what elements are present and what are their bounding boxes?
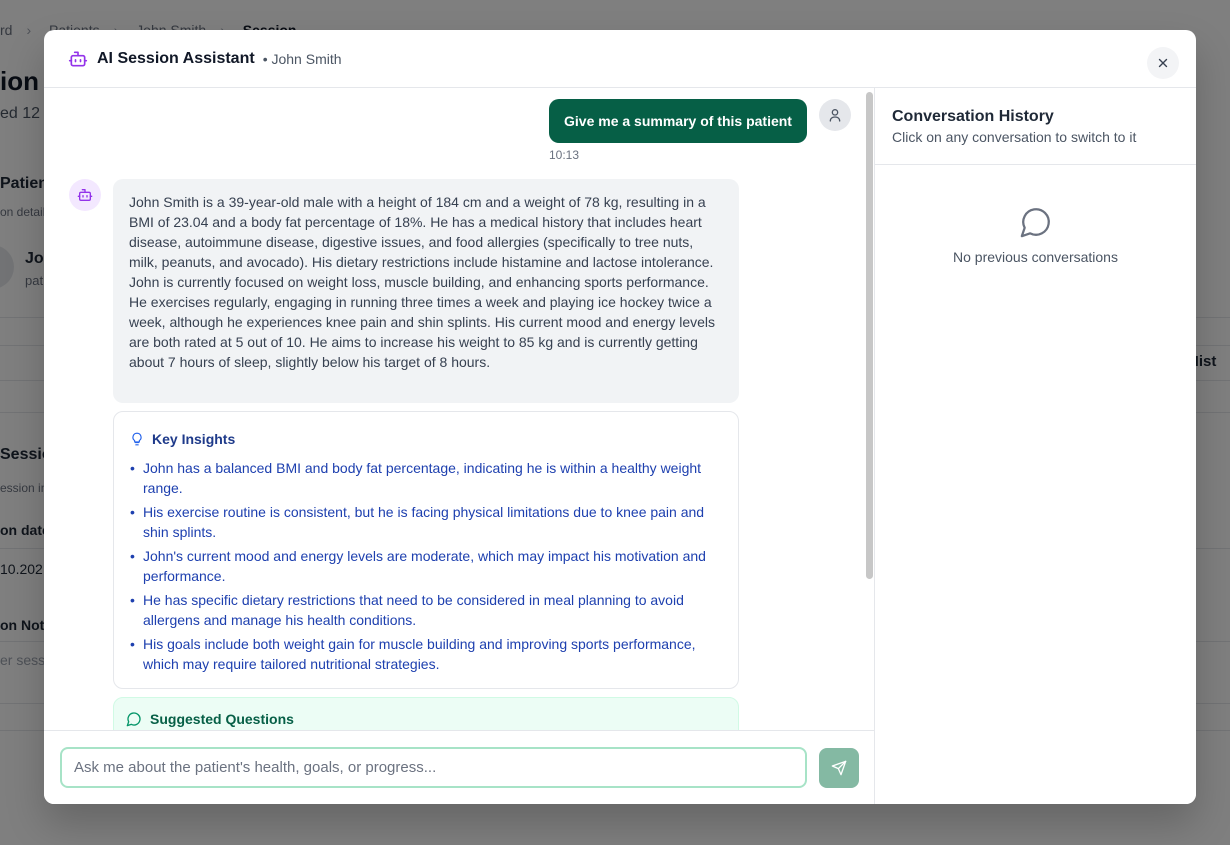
lightbulb-icon [130,431,144,447]
send-button[interactable] [819,748,859,788]
history-empty-text: No previous conversations [953,249,1118,265]
chat-scrollbar[interactable] [865,92,873,728]
insight-item: His goals include both weight gain for m… [130,634,722,674]
suggested-questions-title: Suggested Questions [150,711,294,727]
insight-item: John's current mood and energy levels ar… [130,546,722,586]
assistant-avatar [69,179,101,211]
insights-list: John has a balanced BMI and body fat per… [130,458,722,674]
message-timestamp: 10:13 [549,148,580,162]
chat-bubble-icon [126,711,142,727]
chat-messages: Give me a summary of this patient 10:13 … [44,88,875,730]
modal-title: AI Session Assistant [97,49,255,67]
close-button[interactable] [1147,47,1179,79]
modal-patient-name: • John Smith [262,50,342,67]
insight-item: He has specific dietary restrictions tha… [130,590,722,630]
scrollbar-thumb[interactable] [866,92,873,579]
key-insights-title: Key Insights [152,431,236,447]
user-avatar [819,99,851,131]
robot-icon [77,187,93,203]
user-icon [827,107,843,123]
conversation-history-panel: Conversation History Click on any conver… [875,88,1196,804]
history-title: Conversation History [892,108,1054,125]
send-icon [831,760,847,776]
insight-item: His exercise routine is consistent, but … [130,502,722,542]
chat-bubble-icon [1019,205,1053,239]
history-subtitle: Click on any conversation to switch to i… [892,129,1137,145]
robot-icon [68,49,88,69]
history-header: Conversation History Click on any conver… [875,88,1196,165]
insight-item: John has a balanced BMI and body fat per… [130,458,722,498]
key-insights-card: Key Insights John has a balanced BMI and… [113,411,739,689]
close-icon [1156,56,1170,70]
ai-assistant-modal: AI Session Assistant • John Smith Give m… [44,30,1196,804]
chat-input[interactable] [60,747,807,788]
modal-header: AI Session Assistant • John Smith [44,30,1196,88]
user-message: Give me a summary of this patient [549,99,807,143]
suggested-questions-card: Suggested Questions [113,697,739,730]
assistant-message: John Smith is a 39-year-old male with a … [113,179,739,403]
chat-input-bar [44,730,875,804]
history-empty-state: No previous conversations [875,205,1196,265]
